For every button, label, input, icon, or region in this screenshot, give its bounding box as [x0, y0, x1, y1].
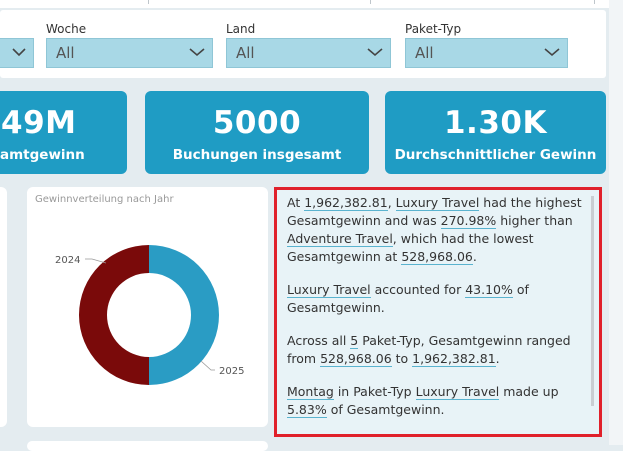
slice-label-2024: 2024: [55, 255, 80, 266]
filter-label-country: Land: [226, 22, 256, 36]
kpi-label: Durchschnittlicher Gewinn: [394, 147, 597, 163]
smart-narrative-panel[interactable]: At 1,962,382.81, Luxury Travel had the h…: [274, 187, 602, 437]
chevron-down-icon: [189, 48, 205, 57]
divider: [594, 0, 595, 4]
divider: [148, 0, 149, 4]
kpi-label: amtgewinn: [0, 147, 85, 163]
filter-select-0[interactable]: [0, 38, 34, 68]
filter-select-country[interactable]: All: [226, 38, 391, 68]
narrative-text: accounted for: [370, 282, 466, 297]
leader-line-2024: [85, 258, 107, 264]
narrative-value: Luxury Travel: [287, 282, 371, 298]
narrative-text: .: [495, 351, 500, 366]
divider: [370, 0, 371, 4]
visual-card-partial: [27, 441, 268, 451]
chevron-down-icon: [12, 48, 26, 57]
leader-line-2025: [200, 360, 215, 371]
narrative-value: 5.83%: [287, 402, 327, 418]
narrative-paragraph-2: Luxury Travel accounted for 43.10% of Ge…: [287, 281, 587, 317]
donut-chart-card[interactable]: Gewinnverteilung nach Jahr 2024 2025: [27, 187, 268, 427]
filter-select-package-type[interactable]: All: [405, 38, 568, 68]
filter-value-package-type: All: [415, 44, 434, 62]
top-strip: [0, 0, 623, 8]
donut-chart: 2024 2025: [55, 245, 244, 385]
chevron-down-icon: [544, 48, 560, 57]
narrative-text: At 1,962,382.81, Luxury Travel had the h…: [287, 194, 587, 434]
scrollbar[interactable]: [591, 196, 594, 406]
kpi-label: Buchungen insgesamt: [172, 147, 342, 163]
slice-label-2025: 2025: [219, 366, 244, 377]
narrative-value: 270.98%: [440, 213, 497, 229]
narrative-value: Adventure Travel: [287, 231, 393, 247]
kpi-value: 49M: [1, 105, 77, 141]
narrative-value: 528,968.06: [401, 249, 473, 265]
narrative-text: At: [287, 195, 305, 210]
narrative-text: of Gesamtgewinn.: [326, 402, 445, 417]
narrative-paragraph-1: At 1,962,382.81, Luxury Travel had the h…: [287, 194, 587, 266]
filter-select-week[interactable]: All: [46, 38, 213, 68]
donut-slice-2025[interactable]: [149, 245, 219, 385]
filter-label-package-type: Paket-Typ: [405, 22, 462, 36]
filter-value-week: All: [56, 44, 75, 62]
narrative-text: ,: [387, 195, 396, 210]
filter-bar: Woche All Land All Paket-Typ All: [0, 10, 606, 78]
narrative-value: Luxury Travel: [395, 195, 480, 211]
kpi-value: 1.30K: [443, 105, 547, 141]
narrative-text: Across all: [287, 333, 351, 348]
filter-value-country: All: [236, 44, 255, 62]
chevron-down-icon: [367, 48, 383, 57]
narrative-paragraph-3: Across all 5 Paket-Typ, Gesamtgewinn ran…: [287, 332, 587, 368]
narrative-value: 528,968.06: [320, 351, 392, 367]
narrative-value: Montag: [287, 384, 334, 400]
kpi-card-bookings: 5000 Buchungen insgesamt: [145, 91, 369, 174]
narrative-text: in Paket-Typ: [333, 384, 416, 399]
visual-card-partial: [0, 187, 7, 427]
kpi-card-average-profit: 1.30K Durchschnittlicher Gewinn: [385, 91, 606, 174]
filter-label-week: Woche: [46, 22, 87, 36]
narrative-value: 1,962,382.81: [412, 351, 496, 367]
narrative-text: higher than: [496, 213, 573, 228]
narrative-value: Luxury Travel: [415, 384, 500, 400]
right-edge: [609, 0, 623, 445]
narrative-text: to: [391, 351, 413, 366]
narrative-text: .: [472, 249, 477, 264]
narrative-value: 1,962,382.81: [304, 195, 388, 211]
kpi-value: 5000: [212, 105, 302, 141]
narrative-value: 43.10%: [465, 282, 513, 298]
narrative-paragraph-4: Montag in Paket-Typ Luxury Travel made u…: [287, 383, 587, 419]
donut-slice-2024[interactable]: [78, 245, 149, 385]
kpi-card-total-profit: 49M amtgewinn: [0, 91, 127, 174]
narrative-text: made up: [499, 384, 559, 399]
